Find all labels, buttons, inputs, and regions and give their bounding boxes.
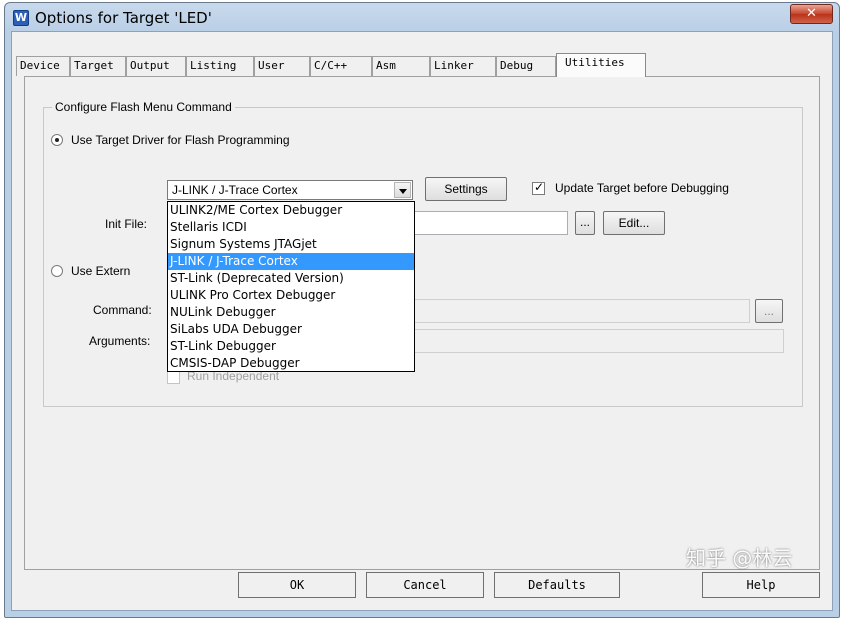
tab-user[interactable]: User	[254, 56, 310, 76]
defaults-button[interactable]: Defaults	[494, 572, 620, 598]
driver-combobox[interactable]: J-LINK / J-Trace Cortex	[167, 180, 413, 200]
driver-combo-value: J-LINK / J-Trace Cortex	[172, 183, 298, 197]
flash-menu-groupbox: Configure Flash Menu Command	[43, 100, 803, 407]
tab-output[interactable]: Output	[126, 56, 186, 76]
checkmark-icon: ✓	[534, 180, 545, 194]
dropdown-option[interactable]: NULink Debugger	[168, 304, 414, 321]
driver-dropdown-list[interactable]: ULINK2/ME Cortex Debugger Stellaris ICDI…	[167, 201, 415, 372]
use-external-tool-radio[interactable]	[51, 265, 63, 277]
use-external-tool-label: Use Extern	[71, 264, 131, 278]
command-browse-button[interactable]: ...	[755, 299, 783, 323]
dropdown-option[interactable]: ST-Link Debugger	[168, 338, 414, 355]
settings-button[interactable]: Settings	[425, 177, 507, 201]
arguments-input[interactable]	[410, 329, 784, 353]
run-independent-checkbox[interactable]	[167, 371, 180, 384]
update-target-label: Update Target before Debugging	[555, 181, 729, 195]
dropdown-option[interactable]: SiLabs UDA Debugger	[168, 321, 414, 338]
use-target-driver-label: Use Target Driver for Flash Programming	[71, 133, 290, 147]
cancel-button[interactable]: Cancel	[366, 572, 484, 598]
chevron-down-icon[interactable]	[394, 182, 411, 198]
tab-linker[interactable]: Linker	[430, 56, 496, 76]
close-button[interactable]: ✕	[790, 4, 833, 24]
tab-c-cpp[interactable]: C/C++	[310, 56, 372, 76]
dropdown-option[interactable]: ULINK2/ME Cortex Debugger	[168, 202, 414, 219]
utilities-panel: Configure Flash Menu Command Use Target …	[24, 76, 820, 570]
options-dialog: W Options for Target 'LED' ✕ Device Targ…	[4, 2, 840, 618]
app-icon: W	[13, 10, 29, 26]
tab-listing[interactable]: Listing	[186, 56, 254, 76]
dropdown-option[interactable]: CMSIS-DAP Debugger	[168, 355, 414, 372]
close-icon: ✕	[806, 6, 817, 21]
init-file-input[interactable]	[410, 211, 568, 235]
init-file-label: Init File:	[105, 217, 148, 231]
use-target-driver-radio[interactable]	[51, 134, 63, 146]
arguments-label: Arguments:	[89, 334, 151, 348]
dialog-client: Device Target Output Listing User C/C++ …	[11, 31, 833, 611]
tab-device[interactable]: Device	[16, 56, 70, 76]
dropdown-option-selected[interactable]: J-LINK / J-Trace Cortex	[168, 253, 414, 270]
window-title: Options for Target 'LED'	[35, 9, 212, 27]
group-legend: Configure Flash Menu Command	[52, 100, 235, 114]
dropdown-option[interactable]: Signum Systems JTAGjet	[168, 236, 414, 253]
update-target-checkbox[interactable]: ✓	[532, 180, 545, 195]
tab-debug[interactable]: Debug	[496, 56, 556, 76]
watermark-text: 知乎 @林云	[686, 546, 793, 570]
dropdown-option[interactable]: ST-Link (Deprecated Version)	[168, 270, 414, 287]
tab-target[interactable]: Target	[70, 56, 126, 76]
edit-button[interactable]: Edit...	[603, 211, 665, 235]
command-label: Command:	[93, 303, 152, 317]
dropdown-option[interactable]: ULINK Pro Cortex Debugger	[168, 287, 414, 304]
command-input[interactable]	[410, 299, 750, 323]
ok-button[interactable]: OK	[238, 572, 356, 598]
title-bar[interactable]: W Options for Target 'LED' ✕	[5, 3, 839, 33]
dropdown-option[interactable]: Stellaris ICDI	[168, 219, 414, 236]
init-file-browse-button[interactable]: ...	[575, 211, 595, 235]
tab-asm[interactable]: Asm	[372, 56, 430, 76]
tab-utilities[interactable]: Utilities	[556, 53, 646, 77]
help-button[interactable]: Help	[702, 572, 820, 598]
